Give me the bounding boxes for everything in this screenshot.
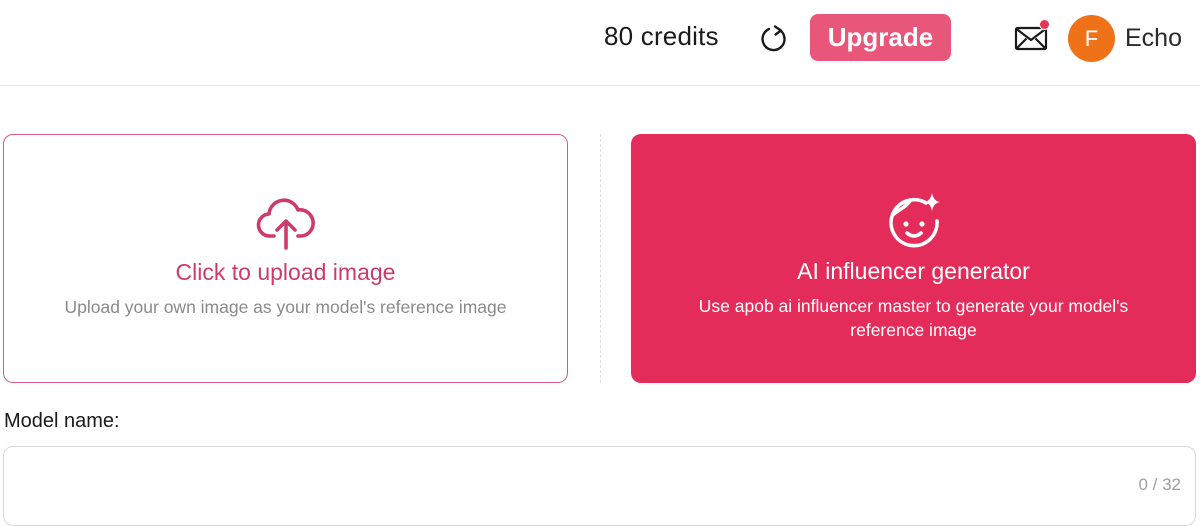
face-sparkle-icon [888,193,940,248]
upgrade-button[interactable]: Upgrade [810,14,951,61]
ai-card-title: AI influencer generator [797,258,1030,284]
card-divider [600,134,601,383]
model-name-label: Model name: [4,410,120,432]
upload-card-title: Click to upload image [175,259,396,285]
upload-image-card[interactable]: Click to upload image Upload your own im… [3,134,568,383]
character-counter: 0 / 32 [1138,475,1181,494]
avatar[interactable]: F [1068,15,1115,62]
messages-button[interactable] [1012,19,1052,56]
refresh-icon [761,25,786,52]
ai-influencer-card[interactable]: AI influencer generator Use apob ai infl… [631,134,1196,383]
notification-dot [1039,19,1050,30]
cloud-upload-icon [256,198,315,250]
refresh-credits-button[interactable] [757,22,791,56]
ai-card-description: Use apob ai influencer master to generat… [698,296,1129,340]
model-name-field[interactable]: 0 / 32 [3,446,1196,526]
username[interactable]: Echo [1125,24,1182,53]
upload-card-description: Upload your own image as your model's re… [64,297,507,317]
top-bar: 80 credits Upgrade F Echo [0,0,1200,86]
credits-count: 80 credits [604,21,719,51]
model-name-input[interactable] [18,461,1098,509]
